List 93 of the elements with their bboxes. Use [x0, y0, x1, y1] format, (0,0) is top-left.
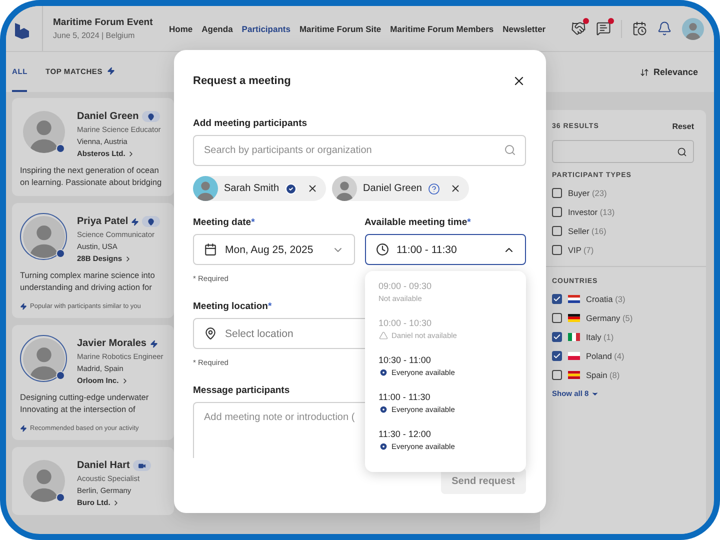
nav-link[interactable]: Home: [169, 24, 193, 34]
nav-link[interactable]: Maritime Forum Site: [299, 24, 382, 34]
close-icon: [450, 183, 461, 194]
avatar-silhouette: [332, 176, 358, 201]
lightning-icon: [150, 340, 158, 348]
available-icon: [378, 368, 388, 377]
nav-link[interactable]: Maritime Forum Members: [390, 24, 494, 34]
calendar-icon: [204, 243, 217, 256]
filter-option: Poland (4): [586, 351, 624, 361]
online-dot: [56, 249, 65, 258]
lightning-icon: [20, 303, 27, 310]
available-icon: [378, 442, 388, 451]
warning-icon: [378, 331, 388, 340]
online-dot: [56, 493, 65, 502]
checkbox[interactable]: [552, 245, 562, 255]
remove-button[interactable]: [307, 183, 318, 194]
avatar-silhouette: [22, 460, 64, 502]
nav-link[interactable]: Newsletter: [502, 24, 546, 34]
handshake-icon[interactable]: [571, 21, 586, 36]
filter-option: Spain (8): [586, 370, 620, 380]
time-select[interactable]: 11:00 - 11:30: [364, 234, 526, 265]
filter-option: Buyer (23): [568, 188, 607, 198]
location-pin-icon: [204, 327, 217, 340]
checkbox[interactable]: [552, 188, 562, 198]
online-dot: [56, 144, 65, 153]
participant-name: Priya Patel: [77, 216, 128, 227]
field-label: Message participants: [193, 385, 290, 396]
checkbox[interactable]: [552, 370, 562, 380]
online-dot: [56, 371, 65, 380]
avatar-silhouette: [22, 216, 64, 258]
nav-link[interactable]: Participants: [242, 24, 290, 34]
avatar-silhouette: [682, 18, 704, 40]
chip-name: Sarah Smith: [224, 183, 280, 194]
filter-option: VIP (7): [568, 245, 594, 255]
field-label: Meeting location*: [193, 301, 272, 312]
filter-option: Investor (13): [568, 207, 615, 217]
chip-name: Daniel Green: [363, 183, 422, 194]
check-icon: [553, 333, 561, 341]
sort-icon: [640, 68, 650, 76]
lightning-icon: [131, 218, 140, 226]
filter-option: Italy (1): [586, 332, 614, 342]
search-icon: [504, 144, 516, 156]
location-pin-icon: [147, 218, 156, 226]
participant-bio: on learning. Passionate about bridging: [20, 176, 163, 188]
lightning-icon: [20, 425, 27, 432]
notification-bell-icon[interactable]: [657, 21, 672, 36]
dialog-title: Request a meeting: [193, 75, 291, 87]
calendar-clock-icon[interactable]: [632, 21, 647, 36]
participant-bio: Turning complex marine science into: [20, 269, 156, 281]
participant-bio: understanding and driving action for: [20, 281, 153, 293]
sort-button[interactable]: Relevance: [634, 52, 704, 92]
nav-link[interactable]: Agenda: [202, 24, 233, 34]
filter-option: Croatia (3): [586, 294, 626, 304]
avatar-silhouette: [22, 338, 64, 380]
filter-search-field[interactable]: [552, 140, 694, 163]
field-label: Add meeting participants: [193, 118, 308, 129]
event-date-location: June 5, 2024 | Belgium: [53, 31, 136, 40]
clock-icon: [376, 243, 388, 256]
participant-name: Daniel Green: [77, 111, 139, 122]
location-pin-icon: [146, 112, 155, 120]
participant-bio: Inspiring the next generation of ocean: [20, 164, 160, 176]
remove-button[interactable]: [450, 183, 461, 194]
checkbox[interactable]: [552, 294, 562, 304]
close-icon: [512, 74, 526, 88]
field-label: Available meeting time*: [364, 217, 471, 228]
avatar-silhouette: [193, 176, 218, 201]
participant-bio: Innovating at the intersection of: [20, 403, 136, 415]
participant-name: Javier Morales: [77, 338, 146, 349]
checkbox[interactable]: [552, 332, 562, 342]
checkbox[interactable]: [552, 226, 562, 236]
video-camera-icon: [138, 462, 146, 470]
available-icon: [378, 405, 388, 414]
lightning-icon: [106, 67, 115, 75]
close-button[interactable]: [512, 74, 526, 88]
close-icon: [307, 183, 318, 194]
checkbox[interactable]: [552, 351, 562, 361]
check-icon: [553, 352, 561, 360]
date-select[interactable]: Mon, Aug 25, 2025: [193, 234, 354, 265]
checkbox[interactable]: [552, 207, 562, 217]
participant-name: Daniel Hart: [77, 460, 130, 471]
filter-option: Seller (16): [568, 226, 606, 236]
participant-bio: Designing cutting-edge underwater: [20, 391, 150, 403]
event-title: Maritime Forum Event: [53, 17, 154, 28]
participant-search-field[interactable]: Search by participants or organization: [193, 135, 526, 166]
filter-option: Germany (5): [586, 313, 633, 323]
checkbox[interactable]: [552, 313, 562, 323]
field-label: Meeting date*: [193, 217, 255, 228]
caret-icon: [590, 390, 599, 398]
avatar-silhouette: [22, 110, 64, 152]
check-icon: [553, 295, 561, 303]
reset-button[interactable]: Reset: [672, 122, 694, 131]
search-icon: [677, 146, 687, 156]
chat-icon[interactable]: [596, 21, 611, 36]
